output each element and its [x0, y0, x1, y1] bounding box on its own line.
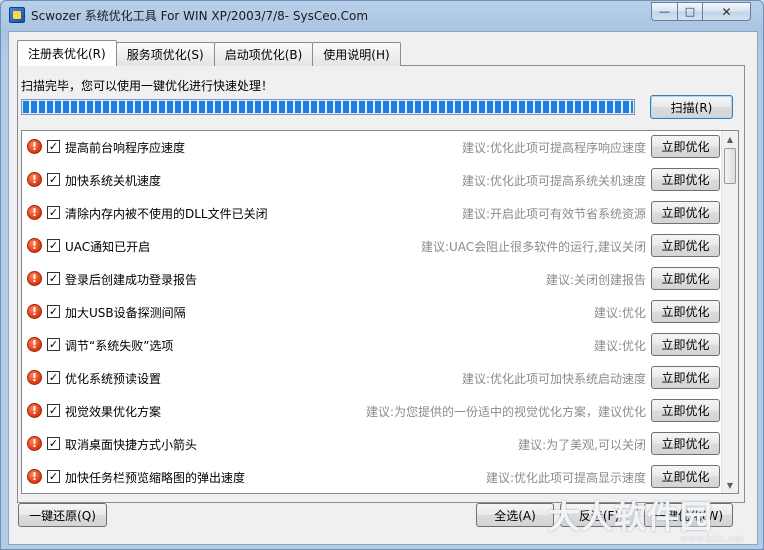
- item-label: 取消桌面快捷方式小箭头: [65, 438, 198, 452]
- item-checkbox[interactable]: ✓: [47, 371, 60, 384]
- item-label: 清除内存内被不使用的DLL文件已关闭: [65, 207, 268, 221]
- optimize-now-button[interactable]: 立即优化: [651, 366, 720, 389]
- item-label: UAC通知已开启: [65, 240, 151, 254]
- title-bar[interactable]: Scwozer 系统优化工具 For WIN XP/2003/7/8- SysC…: [1, 1, 763, 29]
- item-label: 调节“系统失败”选项: [65, 339, 174, 353]
- item-checkbox[interactable]: ✓: [47, 437, 60, 450]
- item-label: 优化系统预读设置: [65, 372, 162, 386]
- maximize-icon: □: [684, 5, 696, 18]
- list-item: ! ✓ 加大USB设备探测间隔 建议:优化 立即优化: [22, 296, 722, 329]
- tab-help[interactable]: 使用说明(H): [312, 42, 401, 66]
- select-all-button[interactable]: 全选(A): [476, 503, 554, 527]
- warning-icon: !: [27, 370, 42, 385]
- item-hint: 建议:关闭创建报告: [545, 273, 646, 287]
- optimize-now-button[interactable]: 立即优化: [651, 300, 720, 323]
- warning-icon: !: [27, 337, 42, 352]
- item-checkbox[interactable]: ✓: [47, 140, 60, 153]
- optimization-list: ! ✓ 提高前台响程序应速度 建议:优化此项可提高程序响应速度 立即优化! ✓ 加快系统关机…: [21, 130, 739, 494]
- optimize-now-button[interactable]: 立即优化: [651, 267, 720, 290]
- item-hint: 建议:优化此项可提高系统关机速度: [461, 174, 646, 188]
- item-label: 登录后创建成功登录报告: [65, 273, 198, 287]
- watermark-logo: 大人软件园: [548, 498, 714, 536]
- scan-button[interactable]: 扫描(R): [650, 95, 733, 119]
- scan-progress-bar: [21, 99, 635, 115]
- item-label: 视觉效果优化方案: [65, 405, 162, 419]
- optimize-now-button[interactable]: 立即优化: [651, 135, 720, 158]
- tab-services[interactable]: 服务项优化(S): [115, 42, 215, 66]
- list-item: ! ✓ 调节“系统失败”选项 建议:优化 立即优化: [22, 329, 722, 362]
- item-hint: 建议:为了美观,可以关闭: [518, 438, 646, 452]
- warning-icon: !: [27, 172, 42, 187]
- warning-icon: !: [27, 403, 42, 418]
- minimize-button[interactable]: —: [651, 2, 678, 21]
- optimize-now-button[interactable]: 立即优化: [651, 333, 720, 356]
- warning-icon: !: [27, 139, 42, 154]
- list-item: ! ✓ 登录后创建成功登录报告 建议:关闭创建报告 立即优化: [22, 263, 722, 296]
- maximize-button[interactable]: □: [677, 2, 703, 21]
- tab-startup[interactable]: 启动项优化(B): [213, 42, 314, 66]
- item-hint: 建议:优化此项可提高显示速度: [485, 471, 646, 485]
- list-item: ! ✓ 加快系统关机速度 建议:优化此项可提高系统关机速度 立即优化: [22, 164, 722, 197]
- item-checkbox[interactable]: ✓: [47, 305, 60, 318]
- warning-icon: !: [27, 436, 42, 451]
- list-item: ! ✓ 清除内存内被不使用的DLL文件已关闭 建议:开启此项可有效节省系统资源 立即优化: [22, 197, 722, 230]
- warning-icon: !: [27, 271, 42, 286]
- optimize-now-button[interactable]: 立即优化: [651, 168, 720, 191]
- optimize-now-button[interactable]: 立即优化: [651, 432, 720, 455]
- minimize-icon: —: [659, 5, 670, 18]
- warning-icon: !: [27, 205, 42, 220]
- list-item: ! ✓ 加快任务栏预览缩略图的弹出速度 建议:优化此项可提高显示速度 立即优化: [22, 461, 722, 493]
- vertical-scrollbar[interactable]: ▲ ▼: [721, 131, 738, 493]
- list-item: ! ✓ 优化系统预读设置 建议:优化此项可加快系统启动速度 立即优化: [22, 362, 722, 395]
- close-icon: ✕: [721, 4, 732, 19]
- progress-fill: [23, 101, 633, 113]
- item-hint: 建议:开启此项可有效节省系统资源: [461, 207, 646, 221]
- tab-strip: 注册表优化(R) 服务项优化(S) 启动项优化(B) 使用说明(H): [17, 40, 401, 66]
- list-item: ! ✓ UAC通知已开启 建议:UAC会阻止很多软件的运行,建议关闭 立即优化: [22, 230, 722, 263]
- list-item: ! ✓ 视觉效果优化方案 建议:为您提供的一份适中的视觉优化方案，建议优化 立即优化: [22, 395, 722, 428]
- item-checkbox[interactable]: ✓: [47, 173, 60, 186]
- item-checkbox[interactable]: ✓: [47, 206, 60, 219]
- watermark-url: www.kkx.net: [680, 534, 744, 545]
- warning-icon: !: [27, 304, 42, 319]
- restore-button[interactable]: 一键还原(Q): [18, 503, 107, 527]
- app-icon: [9, 7, 25, 23]
- item-hint: 建议:优化此项可提高程序响应速度: [461, 141, 646, 155]
- close-button[interactable]: ✕: [702, 2, 751, 21]
- optimize-now-button[interactable]: 立即优化: [651, 234, 720, 257]
- item-checkbox[interactable]: ✓: [47, 272, 60, 285]
- warning-icon: !: [27, 238, 42, 253]
- item-label: 加大USB设备探测间隔: [65, 306, 186, 320]
- item-hint: 建议:优化此项可加快系统启动速度: [461, 372, 646, 386]
- item-checkbox[interactable]: ✓: [47, 404, 60, 417]
- item-label: 加快任务栏预览缩略图的弹出速度: [65, 471, 246, 485]
- item-label: 加快系统关机速度: [65, 174, 162, 188]
- item-hint: 建议:优化: [593, 306, 646, 320]
- optimize-now-button[interactable]: 立即优化: [651, 465, 720, 488]
- window-title: Scwozer 系统优化工具 For WIN XP/2003/7/8- SysC…: [31, 9, 369, 23]
- client-area: 注册表优化(R) 服务项优化(S) 启动项优化(B) 使用说明(H) 扫描完毕，…: [8, 31, 758, 545]
- item-hint: 建议:UAC会阻止很多软件的运行,建议关闭: [420, 240, 646, 254]
- optimize-now-button[interactable]: 立即优化: [651, 201, 720, 224]
- optimize-now-button[interactable]: 立即优化: [651, 399, 720, 422]
- scroll-up-icon[interactable]: ▲: [722, 131, 738, 147]
- warning-icon: !: [27, 469, 42, 484]
- tab-registry[interactable]: 注册表优化(R): [17, 40, 117, 66]
- scroll-thumb[interactable]: [724, 148, 736, 184]
- scroll-down-icon[interactable]: ▼: [722, 477, 738, 493]
- status-text: 扫描完毕，您可以使用一键优化进行快速处理！: [21, 79, 274, 93]
- item-hint: 建议:为您提供的一份适中的视觉优化方案，建议优化: [365, 405, 646, 419]
- app-window: Scwozer 系统优化工具 For WIN XP/2003/7/8- SysC…: [0, 0, 764, 550]
- list-item: ! ✓ 取消桌面快捷方式小箭头 建议:为了美观,可以关闭 立即优化: [22, 428, 722, 461]
- item-label: 提高前台响程序应速度: [65, 141, 186, 155]
- item-checkbox[interactable]: ✓: [47, 470, 60, 483]
- list-item: ! ✓ 提高前台响程序应速度 建议:优化此项可提高程序响应速度 立即优化: [22, 131, 722, 164]
- item-hint: 建议:优化: [593, 339, 646, 353]
- item-checkbox[interactable]: ✓: [47, 338, 60, 351]
- item-checkbox[interactable]: ✓: [47, 239, 60, 252]
